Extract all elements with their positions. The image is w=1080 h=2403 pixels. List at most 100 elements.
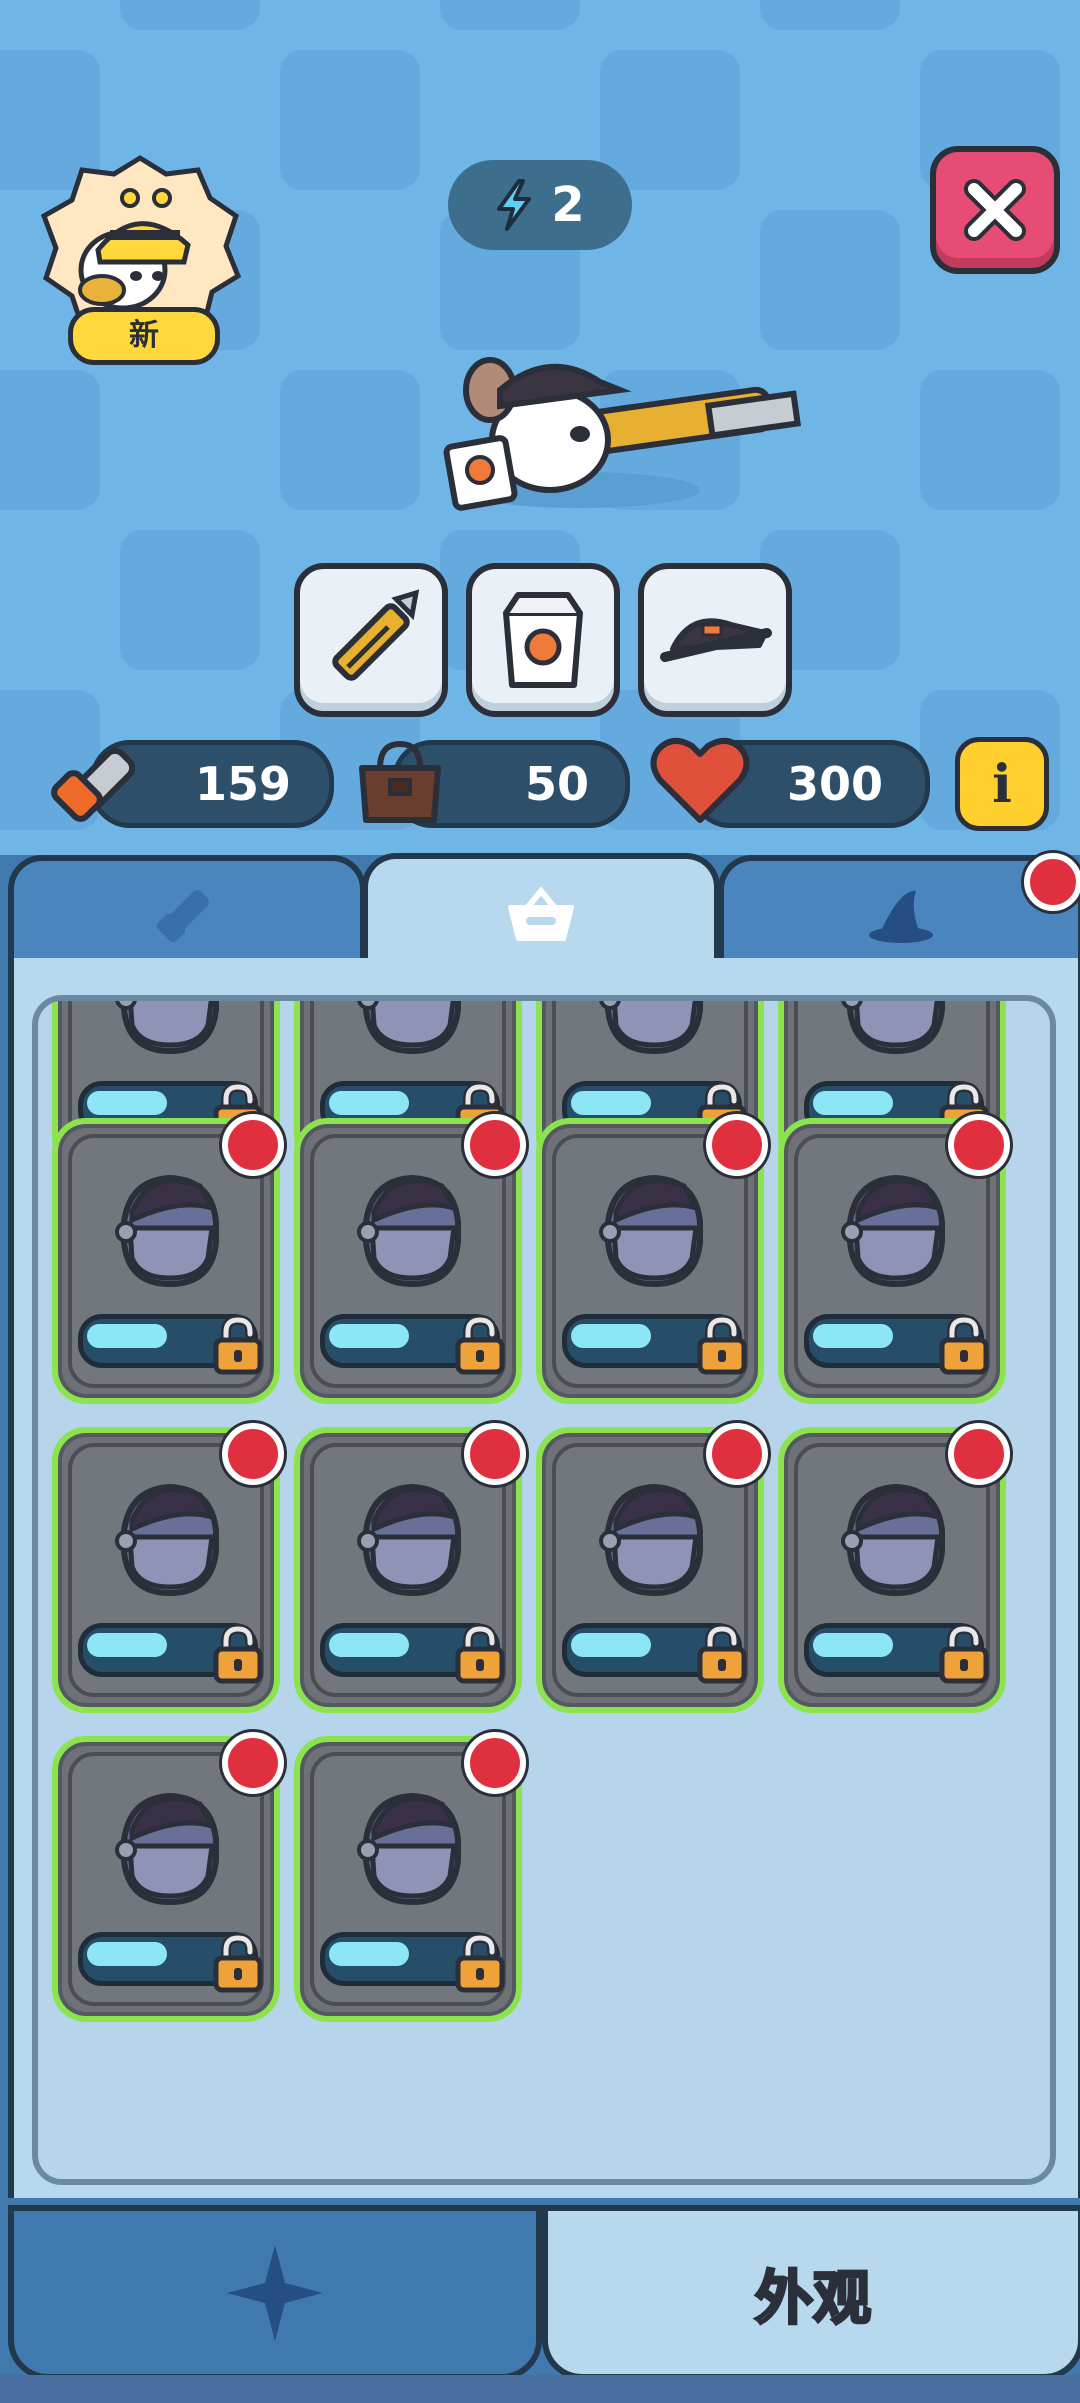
padlock-icon — [213, 1623, 263, 1684]
padlock-icon — [939, 1314, 989, 1375]
padlock-icon — [455, 1314, 505, 1375]
notification-dot — [222, 1423, 284, 1485]
visor-helmet-icon — [115, 1001, 219, 1055]
item-progress-fill — [813, 1091, 893, 1115]
energy-value: 2 — [551, 177, 585, 233]
background-tile — [920, 370, 1060, 510]
item-progress-fill — [329, 1324, 409, 1348]
padlock-icon — [697, 1314, 747, 1375]
hero-character — [443, 357, 802, 511]
visor-helmet-icon — [599, 1483, 703, 1597]
visor-helmet-icon — [357, 1483, 461, 1597]
avatar[interactable]: 新 — [38, 150, 243, 365]
info-button[interactable]: i — [955, 737, 1049, 831]
cap-icon — [660, 618, 772, 662]
notification-dot — [464, 1114, 526, 1176]
notification-dot — [464, 1423, 526, 1485]
info-icon: i — [992, 753, 1012, 815]
item-progress-fill — [571, 1324, 651, 1348]
item-progress-fill — [813, 1324, 893, 1348]
item-progress-fill — [87, 1091, 167, 1115]
tab-cosmetics[interactable] — [718, 853, 1080, 969]
item-progress-fill — [329, 1091, 409, 1115]
item-card[interactable] — [52, 1423, 284, 1713]
lightning-icon — [497, 179, 532, 231]
close-button[interactable] — [930, 146, 1060, 274]
item-card[interactable] — [778, 1423, 1010, 1713]
visor-helmet-icon — [599, 1174, 703, 1288]
item-progress-fill — [87, 1324, 167, 1348]
background-tile — [280, 370, 420, 510]
item-card[interactable] — [294, 1114, 526, 1404]
chainsaw-tab-icon — [156, 890, 209, 943]
padlock-icon — [697, 1623, 747, 1684]
equip-slot-item[interactable] — [466, 563, 620, 717]
close-icon — [964, 179, 1026, 241]
heart-icon — [650, 737, 750, 823]
item-progress-fill — [813, 1633, 893, 1657]
background-tile — [760, 0, 900, 30]
padlock-icon — [455, 1932, 505, 1993]
padlock-icon — [455, 1623, 505, 1684]
item-grid — [32, 995, 1056, 2185]
chainsaw-icon — [51, 747, 136, 822]
bag-icon — [359, 740, 441, 823]
visor-helmet-icon — [841, 1174, 945, 1288]
padlock-icon — [939, 1623, 989, 1684]
item-progress-fill — [329, 1633, 409, 1657]
visor-helmet-icon — [115, 1792, 219, 1906]
tab-weapons[interactable] — [8, 855, 366, 969]
equip-slot-head[interactable] — [638, 563, 792, 717]
visor-helmet-icon — [841, 1001, 945, 1055]
visor-helmet-icon — [115, 1174, 219, 1288]
visor-helmet-icon — [841, 1483, 945, 1597]
background-tile — [600, 50, 740, 190]
equip-slot-weapon[interactable] — [294, 563, 448, 717]
visor-helmet-icon — [357, 1174, 461, 1288]
notification-dot — [948, 1114, 1010, 1176]
bottom-tab-skills[interactable] — [8, 2205, 542, 2380]
item-progress-fill — [329, 1942, 409, 1966]
notification-dot — [706, 1423, 768, 1485]
witch-hat-tab-icon — [869, 890, 933, 943]
background-tile — [760, 210, 900, 350]
item-card[interactable] — [52, 1732, 284, 2022]
star-compass-icon — [227, 2244, 323, 2341]
basket-tab-icon — [508, 886, 574, 941]
background-tile — [0, 370, 100, 510]
item-card[interactable] — [536, 1114, 768, 1404]
background-tile — [120, 0, 260, 30]
notification-dot — [222, 1732, 284, 1794]
background-tile — [280, 50, 420, 190]
item-card[interactable] — [52, 1114, 284, 1404]
box-cutter-icon — [332, 589, 420, 681]
item-card[interactable] — [294, 1732, 526, 2022]
notification-dot — [464, 1732, 526, 1794]
item-progress-fill — [571, 1091, 651, 1115]
stat-bag-value: 50 — [524, 757, 589, 811]
takeout-box-icon — [503, 592, 583, 688]
item-progress-fill — [87, 1942, 167, 1966]
energy-counter: 2 — [448, 160, 632, 250]
item-card[interactable] — [536, 1423, 768, 1713]
bottom-tab-appearance[interactable]: 外观 — [542, 2205, 1080, 2380]
notification-dot — [706, 1114, 768, 1176]
item-progress-fill — [571, 1633, 651, 1657]
padlock-icon — [213, 1314, 263, 1375]
item-progress-fill — [87, 1633, 167, 1657]
notification-dot — [948, 1423, 1010, 1485]
bottom-edge — [0, 2375, 1080, 2403]
visor-helmet-icon — [599, 1001, 703, 1055]
visor-helmet-icon — [115, 1483, 219, 1597]
tab-basket[interactable] — [362, 853, 720, 971]
background-tile — [120, 530, 260, 670]
background-tile — [440, 0, 580, 30]
visor-helmet-icon — [357, 1001, 461, 1055]
bottom-tab-appearance-label: 外观 — [753, 2262, 872, 2333]
visor-helmet-icon — [357, 1792, 461, 1906]
item-card[interactable] — [294, 1423, 526, 1713]
new-badge: 新 — [68, 307, 220, 365]
notification-dot — [222, 1114, 284, 1176]
item-card[interactable] — [778, 1114, 1010, 1404]
notification-dot — [1024, 853, 1080, 911]
